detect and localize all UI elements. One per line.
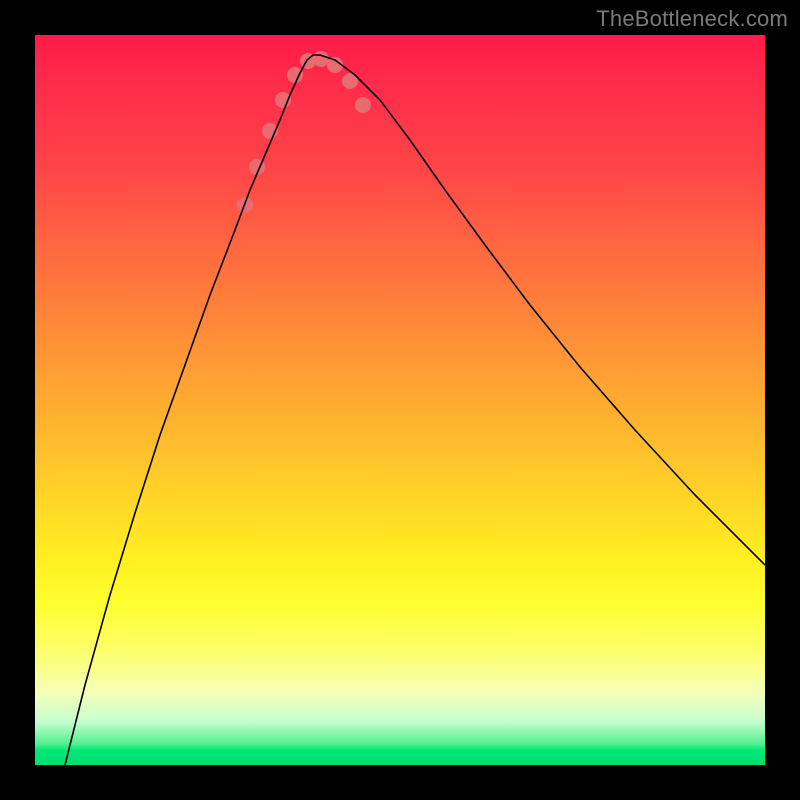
highlight-marker <box>287 67 303 83</box>
chart-frame: TheBottleneck.com <box>0 0 800 800</box>
watermark-text: TheBottleneck.com <box>596 6 788 32</box>
curve-path <box>65 55 765 765</box>
highlight-marker <box>355 97 371 113</box>
marker-group <box>237 51 371 213</box>
chart-svg <box>35 35 765 765</box>
plot-area <box>35 35 765 765</box>
highlight-marker <box>313 51 329 67</box>
